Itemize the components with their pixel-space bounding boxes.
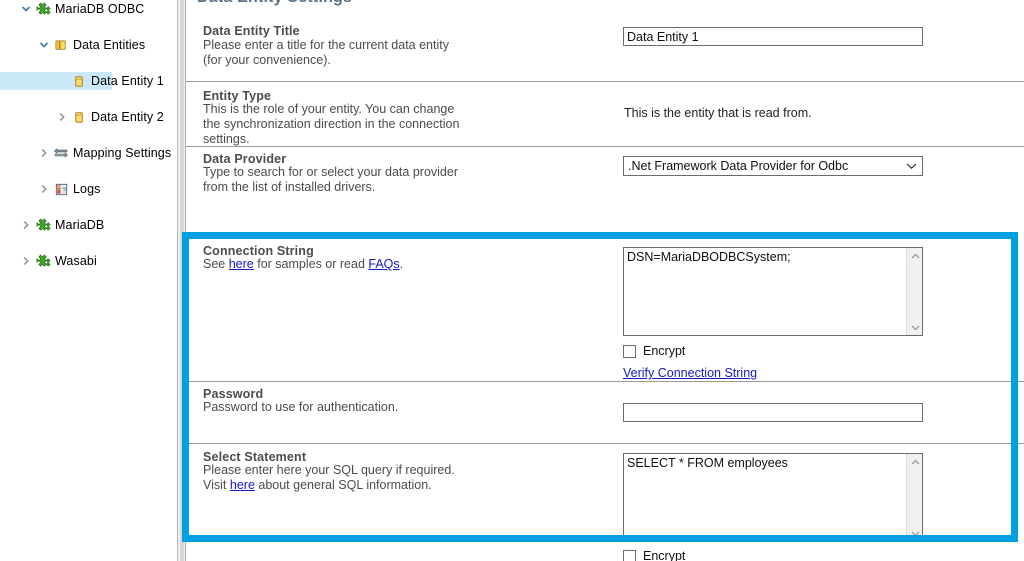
select-statement-scrollbar[interactable] <box>906 454 922 541</box>
password-label: Password <box>203 387 263 401</box>
select-statement-description: Please enter here your SQL query if requ… <box>203 463 473 493</box>
connection-string-label: Connection String <box>203 244 314 258</box>
select-statement-label: Select Statement <box>203 450 306 464</box>
database-icon <box>70 72 88 90</box>
divider <box>186 81 1024 82</box>
data-entity-title-input[interactable] <box>623 27 923 46</box>
scroll-down-icon[interactable] <box>907 319 923 335</box>
chevron-right-icon[interactable] <box>18 216 34 234</box>
tree-item-data-entity-1[interactable]: Data Entity 1 <box>0 72 112 90</box>
select-statement-value[interactable]: SELECT * FROM employees <box>624 454 906 541</box>
sync-arrows-icon <box>52 144 70 162</box>
data-provider-label: Data Provider <box>203 152 286 166</box>
entity-type-value: This is the entity that is read from. <box>624 106 812 120</box>
desc-text-suffix: about general SQL information. <box>255 478 432 492</box>
tree-item-label: Data Entity 2 <box>88 110 164 124</box>
connection-string-encrypt-checkbox[interactable] <box>623 345 636 358</box>
connection-string-faqs-link[interactable]: FAQs <box>368 257 399 271</box>
plug-icon <box>34 252 52 270</box>
tree-item-mapping-settings[interactable]: Mapping Settings <box>0 144 177 162</box>
page-title: Data Entity Settings <box>197 0 352 7</box>
svg-text:?: ? <box>62 187 66 194</box>
entity-type-label: Entity Type <box>203 89 271 103</box>
tree-item-data-entity-2[interactable]: Data Entity 2 <box>0 108 177 126</box>
twisty-placeholder <box>54 72 70 90</box>
chevron-right-icon[interactable] <box>36 180 52 198</box>
database-icon <box>70 108 88 126</box>
select-statement-encrypt-label: Encrypt <box>643 549 685 561</box>
data-entity-title-label: Data Entity Title <box>203 24 300 38</box>
tree-item-label: Mapping Settings <box>70 146 171 160</box>
connection-string-encrypt-row[interactable]: Encrypt <box>623 344 685 358</box>
tree-item-wasabi[interactable]: Wasabi <box>0 252 177 270</box>
tree-item-label: Data Entities <box>70 38 145 52</box>
plug-icon <box>34 216 52 234</box>
tree-item-label: Data Entity 1 <box>88 74 164 88</box>
verify-connection-string-link[interactable]: Verify Connection String <box>623 366 757 380</box>
chevron-down-icon[interactable] <box>36 36 52 54</box>
settings-pane: Data Entity Settings Data Entity Title P… <box>186 0 1024 561</box>
select-statement-textarea[interactable]: SELECT * FROM employees <box>623 453 923 542</box>
tree-item-data-entities[interactable]: Data Entities <box>0 36 177 54</box>
scrollbar-thumb[interactable] <box>180 0 184 561</box>
divider <box>186 443 1024 444</box>
database-stack-icon <box>52 36 70 54</box>
data-provider-selected-value: .Net Framework Data Provider for Odbc <box>628 159 902 173</box>
tree-item-logs[interactable]: ? Logs <box>0 180 177 198</box>
connection-string-samples-link[interactable]: here <box>229 257 254 271</box>
chevron-down-icon[interactable] <box>902 162 920 170</box>
data-provider-description: Type to search for or select your data p… <box>203 165 465 195</box>
tree-item-label: Wasabi <box>52 254 97 268</box>
divider <box>186 381 1024 382</box>
desc-text-suffix: . <box>400 257 403 271</box>
application-window: MariaDB ODBC Data Entities <box>0 0 1024 561</box>
scroll-down-icon[interactable] <box>907 525 923 541</box>
chevron-right-icon[interactable] <box>18 252 34 270</box>
connection-string-scrollbar[interactable] <box>906 248 922 335</box>
chevron-down-icon[interactable] <box>18 0 34 18</box>
divider <box>186 146 1024 147</box>
tree-vertical-scrollbar[interactable] <box>177 0 186 561</box>
scroll-up-icon[interactable] <box>907 248 923 264</box>
connection-string-value[interactable]: DSN=MariaDBODBCSystem; <box>624 248 906 335</box>
password-input[interactable] <box>623 403 923 422</box>
tree-item-label: MariaDB ODBC <box>52 2 144 16</box>
tree-item-mariadb[interactable]: MariaDB <box>0 216 177 234</box>
data-entity-title-description: Please enter a title for the current dat… <box>203 38 465 68</box>
select-statement-encrypt-checkbox[interactable] <box>623 550 636 561</box>
logs-icon: ? <box>52 180 70 198</box>
desc-text-middle: for samples or read <box>254 257 369 271</box>
connection-string-textarea[interactable]: DSN=MariaDBODBCSystem; <box>623 247 923 336</box>
tree-item-label: Logs <box>70 182 101 196</box>
entity-type-description: This is the role of your entity. You can… <box>203 102 465 147</box>
tree-item-mariadb-odbc[interactable]: MariaDB ODBC <box>0 0 177 18</box>
connection-string-description: See here for samples or read FAQs. <box>203 257 503 272</box>
chevron-right-icon[interactable] <box>36 144 52 162</box>
connection-string-encrypt-label: Encrypt <box>643 344 685 358</box>
desc-text-prefix: See <box>203 257 229 271</box>
tree-item-label: MariaDB <box>52 218 104 232</box>
connections-tree[interactable]: MariaDB ODBC Data Entities <box>0 0 177 561</box>
select-statement-encrypt-row[interactable]: Encrypt <box>623 549 685 561</box>
chevron-right-icon[interactable] <box>54 108 70 126</box>
select-statement-sql-info-link[interactable]: here <box>230 478 255 492</box>
plug-icon <box>34 0 52 18</box>
data-provider-select[interactable]: .Net Framework Data Provider for Odbc <box>623 156 923 176</box>
scroll-up-icon[interactable] <box>907 454 923 470</box>
password-description: Password to use for authentication. <box>203 400 503 415</box>
